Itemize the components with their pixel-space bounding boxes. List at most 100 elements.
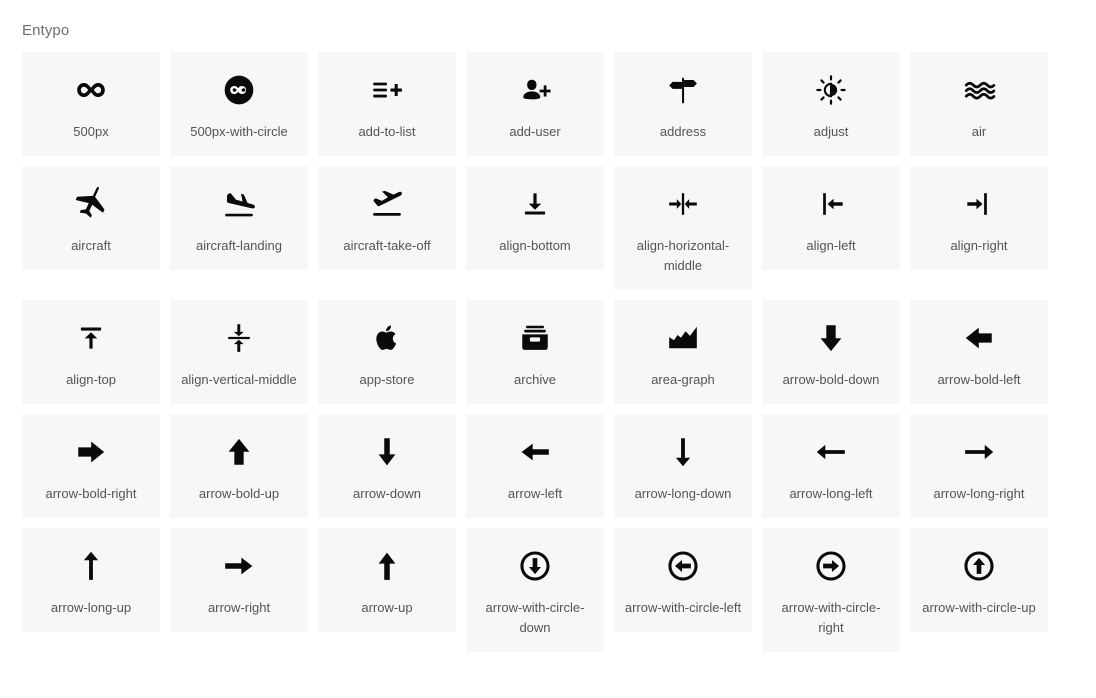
icon-card[interactable]: align-bottom [466,166,604,270]
icon-card[interactable]: 500px-with-circle [170,52,308,156]
icon-card[interactable]: aircraft-take-off [318,166,456,270]
icon-card[interactable]: arrow-bold-down [762,300,900,404]
infinity-icon [68,68,114,112]
align-top-icon [68,316,114,360]
list-plus-icon [364,68,410,112]
apple-icon [364,316,410,360]
airplane-landing-icon [216,182,262,226]
icon-label: arrow-bold-right [45,486,137,501]
icon-label: arrow-with-circle-right [781,600,881,635]
airplane-takeoff-icon [364,182,410,226]
icon-card[interactable]: arrow-long-right [910,414,1048,518]
icon-label: arrow-left [507,486,563,501]
icon-label: arrow-right [207,600,271,615]
arrow-long-down-icon [660,430,706,474]
arrow-bold-down-icon [808,316,854,360]
icon-card[interactable]: adjust [762,52,900,156]
icon-label: align-bottom [499,238,571,253]
icon-label: add-user [509,124,561,139]
icon-card[interactable]: align-left [762,166,900,270]
icon-card[interactable]: add-to-list [318,52,456,156]
arrow-with-circle-left-icon [660,544,706,588]
icon-card[interactable]: arrow-bold-up [170,414,308,518]
icon-card[interactable]: arrow-down [318,414,456,518]
icon-label: align-top [66,372,116,387]
align-vertical-middle-icon [216,316,262,360]
icon-label: arrow-long-up [50,600,132,615]
icon-card[interactable]: align-right [910,166,1048,270]
icon-card[interactable]: app-store [318,300,456,404]
arrow-bold-right-icon [68,430,114,474]
icon-card[interactable]: arrow-bold-left [910,300,1048,404]
icon-label: app-store [359,372,415,387]
icon-label: arrow-long-left [789,486,873,501]
icon-label: arrow-with-circle-left [624,600,742,615]
icon-label: address [659,124,707,139]
arrow-up-icon [364,544,410,588]
icon-card[interactable]: add-user [466,52,604,156]
icon-card[interactable]: aircraft [22,166,160,270]
icon-card[interactable]: arrow-bold-right [22,414,160,518]
icon-label: area-graph [651,372,715,387]
arrow-with-circle-right-icon [808,544,854,588]
infinity-in-circle-icon [216,68,262,112]
icon-card[interactable]: aircraft-landing [170,166,308,270]
align-bottom-icon [512,182,558,226]
icon-label: arrow-bold-up [198,486,280,501]
arrow-with-circle-up-icon [956,544,1002,588]
align-horizontal-middle-icon [660,182,706,226]
icon-card[interactable]: arrow-with-circle-down [466,528,604,652]
icon-card[interactable]: area-graph [614,300,752,404]
arrow-right-icon [216,544,262,588]
arrow-bold-up-icon [216,430,262,474]
arrow-long-right-icon [956,430,1002,474]
icon-label: align-right [950,238,1008,253]
icon-card[interactable]: arrow-up [318,528,456,632]
icon-card[interactable]: arrow-left [466,414,604,518]
arrow-left-icon [512,430,558,474]
user-plus-icon [512,68,558,112]
icon-label: archive [514,372,556,387]
icon-card[interactable]: address [614,52,752,156]
icon-label: arrow-long-down [634,486,732,501]
icon-label: arrow-up [361,600,413,615]
icon-label: arrow-bold-down [782,372,880,387]
icon-card[interactable]: arrow-long-up [22,528,160,632]
icon-gallery-page: Entypo 500px 500px-with-circle add-to-list… [0,0,1096,698]
icon-label: aircraft-landing [196,238,282,253]
icon-grid: 500px 500px-with-circle add-to-list add-use… [22,52,1060,652]
icon-card[interactable]: arrow-with-circle-up [910,528,1048,632]
icon-label: align-horizontal-middle [636,238,730,273]
icon-card[interactable]: align-top [22,300,160,404]
icon-label: aircraft [71,238,111,253]
icon-label: align-vertical-middle [181,372,297,387]
wavy-lines-icon [956,68,1002,112]
arrow-with-circle-down-icon [512,544,558,588]
airplane-icon [68,182,114,226]
align-right-icon [956,182,1002,226]
icon-label: adjust [813,124,849,139]
area-graph-icon [660,316,706,360]
icon-card[interactable]: arrow-with-circle-right [762,528,900,652]
arrow-bold-left-icon [956,316,1002,360]
icon-card[interactable]: align-horizontal-middle [614,166,752,290]
icon-card[interactable]: air [910,52,1048,156]
icon-label: air [971,124,987,139]
icon-label: arrow-with-circle-up [922,600,1036,615]
page-title: Entypo [22,22,70,39]
icon-card[interactable]: arrow-long-left [762,414,900,518]
icon-label: 500px-with-circle [190,124,288,139]
arrow-long-left-icon [808,430,854,474]
icon-card[interactable]: arrow-right [170,528,308,632]
icon-label: arrow-down [353,486,421,501]
icon-card[interactable]: 500px [22,52,160,156]
archive-box-icon [512,316,558,360]
icon-label: add-to-list [358,124,416,139]
icon-card[interactable]: archive [466,300,604,404]
icon-label: arrow-with-circle-down [485,600,585,635]
icon-card[interactable]: arrow-long-down [614,414,752,518]
signpost-icon [660,68,706,112]
icon-card[interactable]: arrow-with-circle-left [614,528,752,632]
icon-card[interactable]: align-vertical-middle [170,300,308,404]
icon-label: 500px [73,124,109,139]
